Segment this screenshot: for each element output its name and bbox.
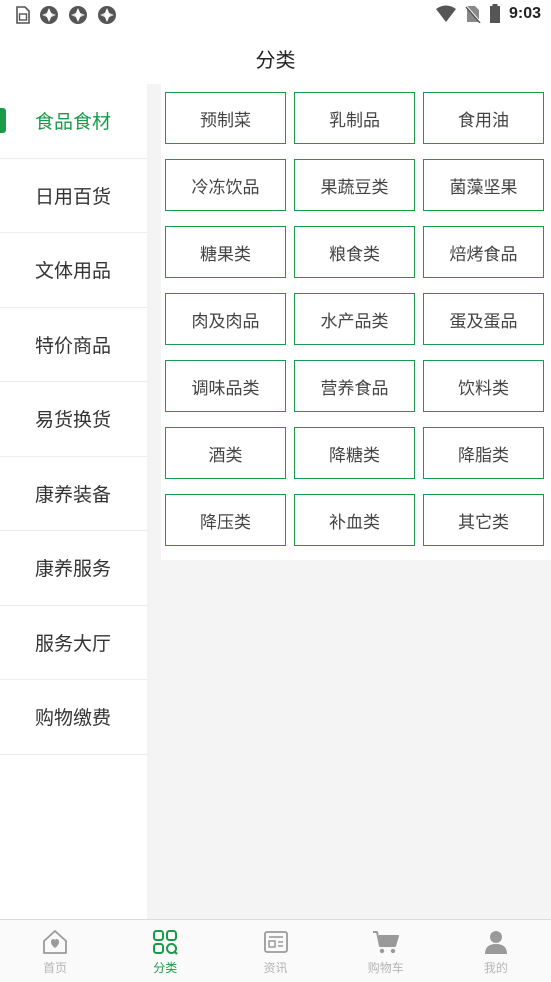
subcategory-button[interactable]: 肉及肉品 [165, 293, 286, 345]
wifi-icon [435, 5, 456, 22]
category-content: 预制菜 乳制品 食用油 冷冻饮品 果蔬豆类 菌藻坚果 糖果类 粮食类 焙烤食品 … [147, 84, 551, 919]
subcategory-button[interactable]: 降脂类 [423, 427, 544, 479]
subcategory-button[interactable]: 预制菜 [165, 92, 286, 144]
sidebar-item-special-offers[interactable]: 特价商品 [0, 308, 147, 382]
subcategory-button[interactable]: 果蔬豆类 [294, 159, 415, 211]
app-notification-icon [69, 6, 87, 24]
sidebar-item-barter[interactable]: 易货换货 [0, 382, 147, 457]
sidebar-item-label: 日用百货 [35, 185, 112, 208]
page-title: 分类 [255, 48, 296, 72]
subcategory-button[interactable]: 糖果类 [165, 226, 286, 278]
status-time: 9:03 [508, 5, 541, 22]
status-bar: 9:03 [0, 0, 551, 30]
app-notification-icon [98, 6, 116, 24]
bottom-tab-bar: 首页 分类 资讯 购物车 我的 [0, 919, 551, 982]
tab-profile[interactable]: 我的 [441, 920, 551, 982]
sidebar-item-label: 文体用品 [35, 260, 112, 283]
subcategory-button[interactable]: 焙烤食品 [423, 226, 544, 278]
notification-icons [14, 5, 117, 25]
title-bar: 分类 [0, 30, 551, 83]
subcategory-button[interactable]: 其它类 [423, 494, 544, 546]
news-icon [263, 931, 288, 953]
sidebar-item-stationery-sports[interactable]: 文体用品 [0, 233, 147, 308]
user-icon [484, 931, 507, 954]
subcategory-button[interactable]: 蛋及蛋品 [423, 293, 544, 345]
sidebar-item-daily-goods[interactable]: 日用百货 [0, 159, 147, 233]
subcategory-panel: 预制菜 乳制品 食用油 冷冻饮品 果蔬豆类 菌藻坚果 糖果类 粮食类 焙烤食品 … [161, 84, 551, 560]
no-sim-icon [465, 5, 481, 23]
category-icon [153, 930, 179, 955]
sidebar-item-health-equipment[interactable]: 康养装备 [0, 457, 147, 531]
subcategory-grid: 预制菜 乳制品 食用油 冷冻饮品 果蔬豆类 菌藻坚果 糖果类 粮食类 焙烤食品 … [165, 92, 544, 546]
subcategory-button[interactable]: 乳制品 [294, 92, 415, 144]
subcategory-button[interactable]: 菌藻坚果 [423, 159, 544, 211]
sidebar-item-food[interactable]: 食品食材 [0, 84, 147, 159]
subcategory-button[interactable]: 食用油 [423, 92, 544, 144]
sidebar-item-label: 康养服务 [35, 558, 112, 581]
subcategory-button[interactable]: 水产品类 [294, 293, 415, 345]
tab-label: 购物车 [367, 961, 404, 975]
subcategory-button[interactable]: 冷冻饮品 [165, 159, 286, 211]
tab-label: 首页 [43, 961, 68, 975]
sidebar-item-label: 食品食材 [35, 111, 112, 134]
system-icons: 9:03 [435, 4, 541, 24]
sidebar-item-label: 购物缴费 [35, 707, 112, 730]
tab-cart[interactable]: 购物车 [331, 920, 441, 982]
home-icon [43, 930, 67, 954]
sim-card-icon [16, 6, 30, 24]
sidebar-item-health-services[interactable]: 康养服务 [0, 531, 147, 606]
tab-category[interactable]: 分类 [110, 920, 220, 982]
tab-label: 资讯 [263, 961, 288, 975]
cart-icon [372, 931, 399, 954]
tab-news[interactable]: 资讯 [220, 920, 330, 982]
subcategory-button[interactable]: 酒类 [165, 427, 286, 479]
app-notification-icon [40, 6, 58, 24]
battery-icon [489, 4, 500, 23]
subcategory-button[interactable]: 粮食类 [294, 226, 415, 278]
sidebar-item-label: 易货换货 [35, 409, 112, 432]
active-indicator [0, 108, 6, 133]
subcategory-button[interactable]: 营养食品 [294, 360, 415, 412]
subcategory-button[interactable]: 饮料类 [423, 360, 544, 412]
sidebar-item-service-hall[interactable]: 服务大厅 [0, 606, 147, 680]
sidebar-item-label: 特价商品 [35, 334, 112, 357]
tab-home[interactable]: 首页 [0, 920, 110, 982]
sidebar-item-shopping-payment[interactable]: 购物缴费 [0, 680, 147, 755]
subcategory-button[interactable]: 调味品类 [165, 360, 286, 412]
subcategory-button[interactable]: 降糖类 [294, 427, 415, 479]
subcategory-button[interactable]: 降压类 [165, 494, 286, 546]
sidebar-item-label: 服务大厅 [35, 632, 112, 655]
tab-label: 分类 [153, 961, 178, 975]
sidebar-item-label: 康养装备 [35, 483, 112, 506]
category-sidebar: 食品食材 日用百货 文体用品 特价商品 易货换货 康养装备 康养服务 服务大厅 … [0, 84, 147, 919]
subcategory-button[interactable]: 补血类 [294, 494, 415, 546]
tab-label: 我的 [483, 961, 508, 975]
